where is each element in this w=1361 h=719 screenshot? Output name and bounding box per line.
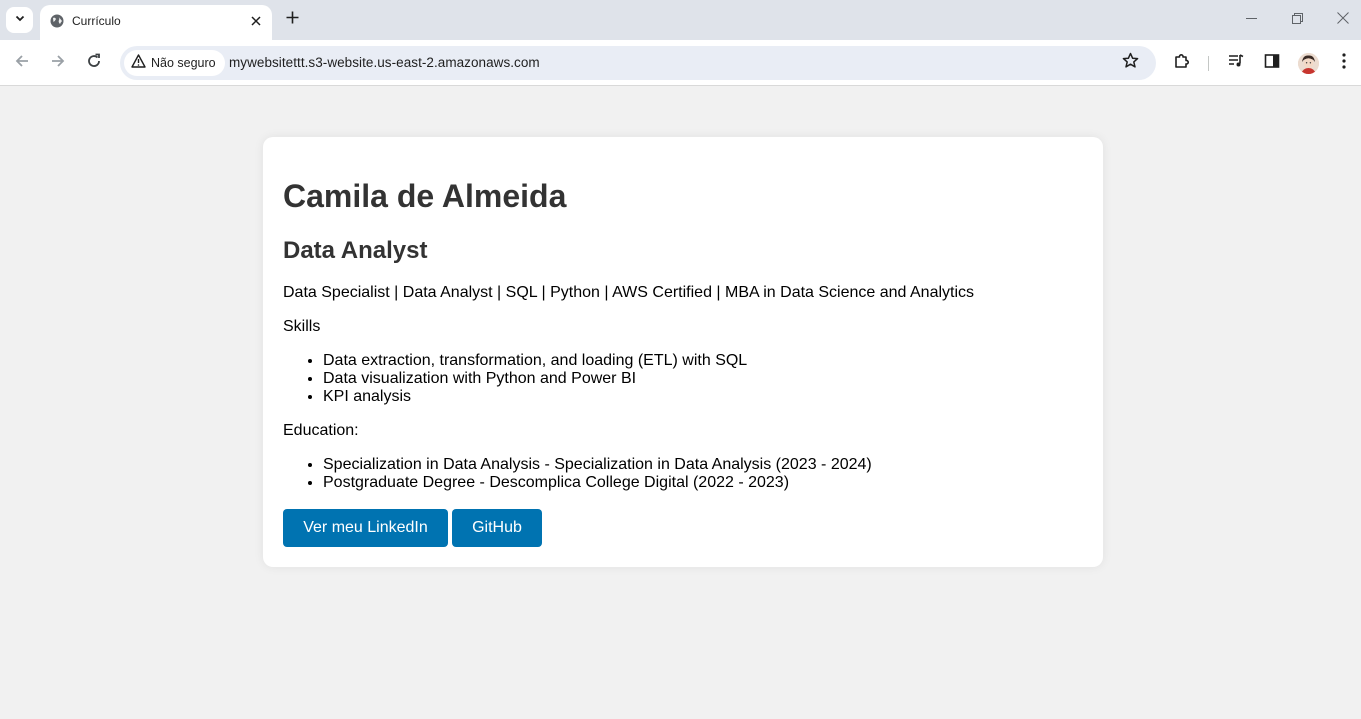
media-controls-button[interactable] [1224,51,1248,75]
list-item: Postgraduate Degree - Descomplica Colleg… [323,474,872,492]
person-name: Camila de Almeida [283,178,567,214]
forward-arrow-icon [50,53,66,74]
tab-strip: Currículo [0,0,1361,40]
window-close-icon [1337,11,1349,29]
minimize-icon [1245,11,1257,29]
side-panel-icon [1264,53,1280,74]
back-arrow-icon [14,53,30,74]
profile-button[interactable] [1296,51,1320,75]
skills-heading: Skills [283,318,321,335]
tab-search-button[interactable] [6,7,33,33]
extensions-button[interactable] [1170,51,1194,75]
list-item: Data visualization with Python and Power… [323,370,747,388]
restore-icon [1291,11,1303,29]
address-bar[interactable]: Não seguro mywebsitettt.s3-website.us-ea… [120,46,1156,80]
new-tab-button[interactable] [280,8,304,32]
url-text[interactable]: mywebsitettt.s3-website.us-east-2.amazon… [229,55,540,70]
tab-title: Currículo [72,14,121,28]
job-title: Data Analyst [283,237,428,264]
list-item: KPI analysis [323,388,747,406]
github-button[interactable]: GitHub [452,509,542,547]
linkedin-button[interactable]: Ver meu LinkedIn [283,509,448,547]
browser-toolbar: Não seguro mywebsitettt.s3-website.us-ea… [0,40,1361,86]
tagline: Data Specialist | Data Analyst | SQL | P… [283,284,975,301]
close-icon[interactable] [246,11,266,31]
education-heading: Education: [283,422,359,439]
back-button[interactable] [8,49,36,77]
restore-button[interactable] [1274,0,1320,40]
minimize-button[interactable] [1228,0,1274,40]
forward-button[interactable] [44,49,72,77]
globe-icon [49,13,65,29]
reload-icon [86,53,102,74]
active-tab[interactable]: Currículo [40,5,272,40]
profile-avatar-icon [1297,52,1319,74]
warning-icon [131,53,146,73]
reload-button[interactable] [80,49,108,77]
security-label: Não seguro [151,56,216,70]
media-icon [1227,52,1245,75]
toolbar-separator [1208,56,1209,71]
puzzle-icon [1173,52,1191,75]
list-item: Data extraction, transformation, and loa… [323,352,747,370]
star-icon [1122,52,1139,74]
kebab-menu-icon [1342,52,1346,74]
security-chip[interactable]: Não seguro [124,50,225,76]
list-item: Specialization in Data Analysis - Specia… [323,456,872,474]
plus-icon [286,11,299,29]
side-panel-button[interactable] [1260,51,1284,75]
education-list: Specialization in Data Analysis - Specia… [323,456,872,492]
bookmark-button[interactable] [1119,52,1141,74]
browser-menu-button[interactable] [1332,51,1356,75]
resume-card: Camila de Almeida Data Analyst Data Spec… [263,137,1103,567]
chevron-down-icon [14,11,26,29]
skills-list: Data extraction, transformation, and loa… [323,352,747,406]
window-close-button[interactable] [1320,0,1361,40]
